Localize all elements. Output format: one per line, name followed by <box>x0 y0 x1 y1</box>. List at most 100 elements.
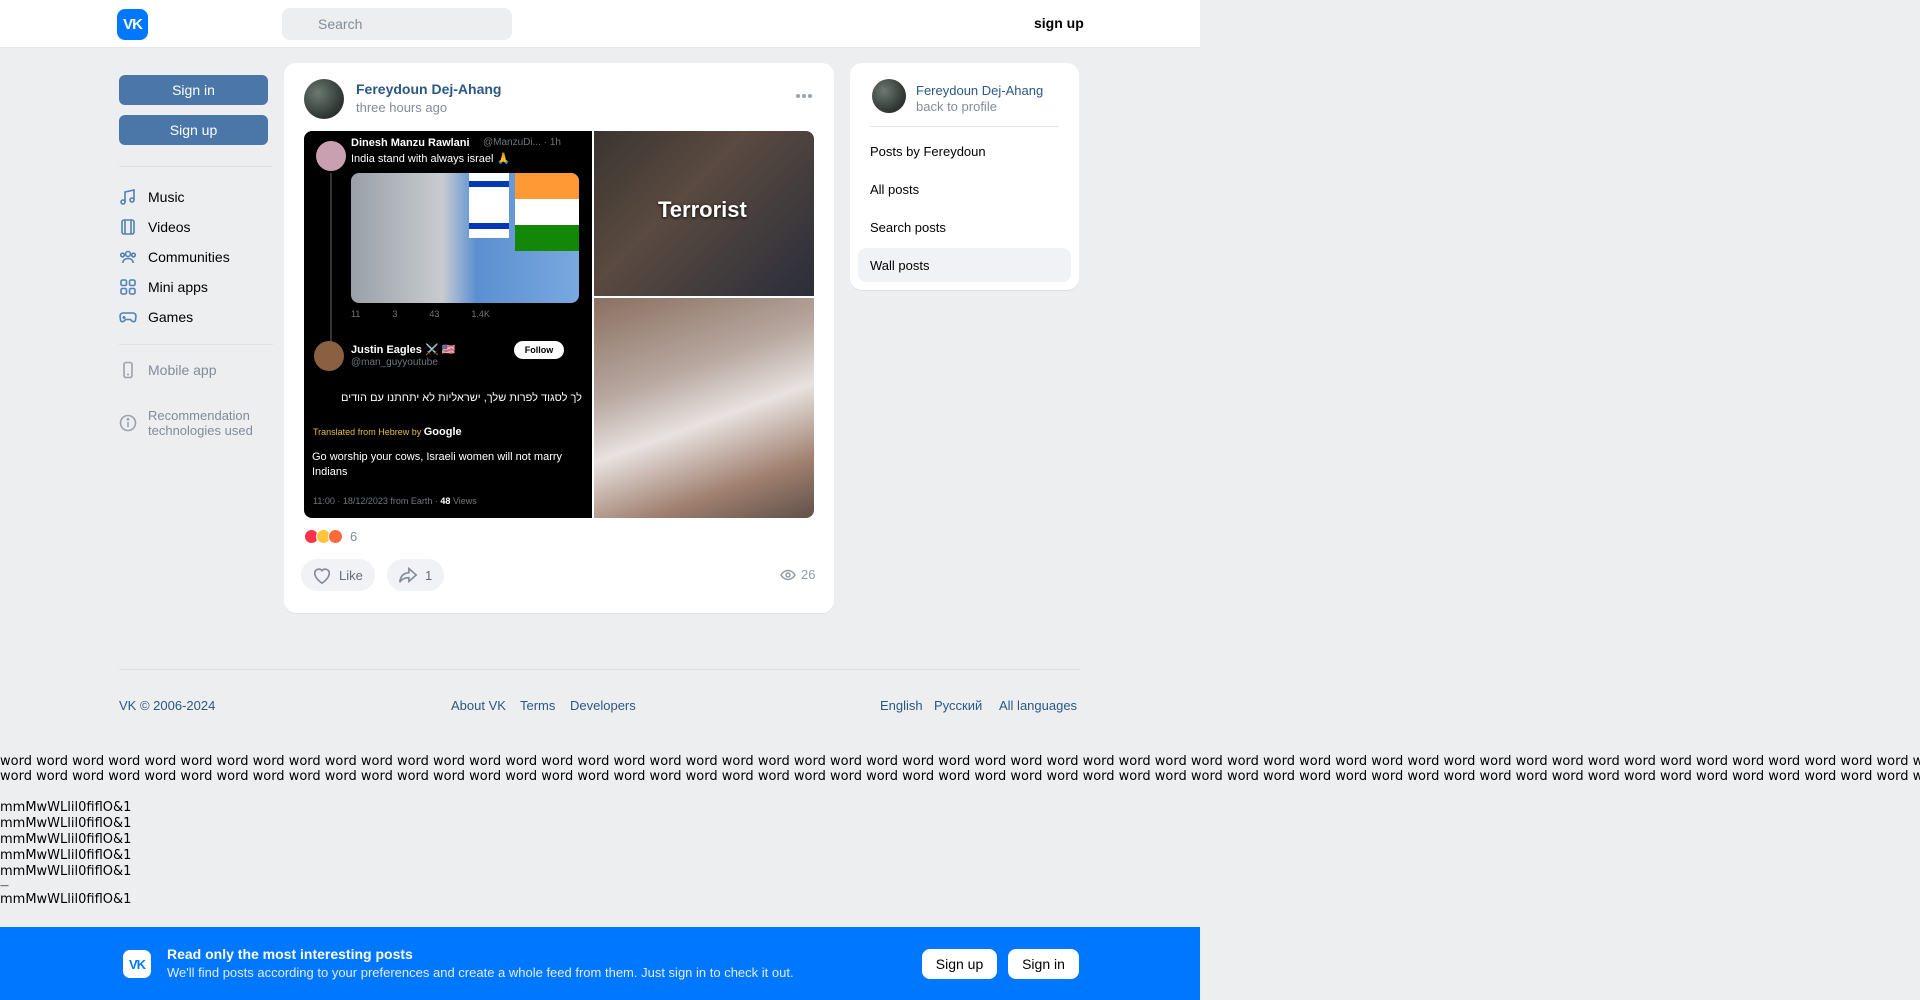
post-time[interactable]: three hours ago <box>356 100 447 115</box>
tweet2-translated: Translated from Hebrew by Google <box>313 426 462 438</box>
footer-english-link[interactable]: English <box>880 698 923 713</box>
tweet2-hebrew-text: לך לסגוד לפרות שלך, ישראליות לא יתחתנו ע… <box>340 392 582 404</box>
view-count: 1.4K <box>471 309 490 319</box>
sign-in-button[interactable]: Sign in <box>119 75 268 105</box>
rec-line-2: technologies used <box>148 423 253 438</box>
tweet2-handle: @man_guyyoutube <box>351 357 438 368</box>
sidebar-item-mini-apps[interactable]: Mini apps <box>119 276 208 298</box>
footer-russian-link[interactable]: Русский <box>934 698 982 713</box>
post-card: Fereydoun Dej-Ahang three hours ago Dine… <box>284 63 834 613</box>
test-mm-lines: mmMwWLlil0fiflO&1 mmMwWLlil0fiflO&1 mmMw… <box>0 800 131 908</box>
sidebar-item-recommendation[interactable]: Recommendation technologies used <box>119 408 253 440</box>
like-button[interactable]: Like <box>301 559 375 591</box>
footer-vk-link[interactable]: VK © 2006-2024 <box>119 698 215 713</box>
mm-line: mmMwWLlil0fiflO&1 <box>0 848 132 863</box>
sidebar-item-label: Games <box>148 309 194 325</box>
meta-views: 48 <box>440 496 451 506</box>
profile-avatar[interactable] <box>872 79 906 113</box>
panel-item-wall-posts[interactable]: Wall posts <box>858 248 1071 282</box>
eye-icon <box>780 569 796 580</box>
panel-divider <box>870 126 1059 127</box>
footer-terms-link[interactable]: Terms <box>520 698 555 713</box>
banner-vk-logo: VK <box>123 950 151 978</box>
rec-line-1: Recommendation <box>148 408 250 423</box>
sidebar-item-mobile-app[interactable]: Mobile app <box>119 359 217 381</box>
panel-item-search-posts[interactable]: Search posts <box>858 210 1071 244</box>
footer-about-link[interactable]: About VK <box>451 698 506 713</box>
panel-item-all-posts[interactable]: All posts <box>858 172 1071 206</box>
tweet2-avatar <box>314 341 344 371</box>
mm-line: mmMwWLlil0fiflO&1 <box>0 832 132 847</box>
bottom-signup-banner: VK Read only the most interesting posts … <box>0 927 1200 1000</box>
sidebar-divider <box>119 344 273 345</box>
israel-flag <box>469 173 509 238</box>
tweet-avatar <box>316 141 346 171</box>
mini-apps-icon <box>120 279 136 295</box>
banner-title: Read only the most interesting posts <box>167 946 413 962</box>
info-icon <box>119 414 137 432</box>
tweet-handle: @ManzuDi... · 1h <box>483 137 561 148</box>
communities-icon <box>119 250 137 264</box>
vk-logo[interactable]: VK <box>117 9 148 40</box>
banner-sign-in-button[interactable]: Sign in <box>1008 949 1079 979</box>
gamepad-icon <box>119 312 137 323</box>
more-icon[interactable] <box>794 91 814 101</box>
author-avatar[interactable] <box>304 79 344 119</box>
profile-posts-panel: Fereydoun Dej-Ahang back to profile Post… <box>850 63 1079 290</box>
post-image-handshake[interactable]: Terrorist <box>594 131 814 296</box>
meta-suffix: Views <box>452 496 477 506</box>
sidebar-divider <box>119 166 273 167</box>
banner-subtitle: We'll find posts according to your prefe… <box>167 965 794 980</box>
tweet-text: India stand with always israel 🙏 <box>351 153 511 165</box>
footer-divider <box>119 669 1080 670</box>
top-header: VK sign up <box>0 0 1200 48</box>
sidebar-item-label: Music <box>148 189 185 205</box>
sidebar-item-games[interactable]: Games <box>119 306 193 328</box>
views-count: 26 <box>801 567 816 582</box>
sidebar-item-communities[interactable]: Communities <box>119 246 230 268</box>
search-input[interactable] <box>282 8 512 40</box>
tweet2-author: Justin Eagles ⚔️ 🇺🇸 <box>351 344 456 356</box>
views-counter: 26 <box>780 567 815 582</box>
sidebar-item-music[interactable]: Music <box>119 186 185 208</box>
word-line: word word word word word word word word … <box>0 769 1920 784</box>
footer-all-languages-link[interactable]: All languages <box>999 698 1077 713</box>
post-image-third[interactable] <box>594 298 814 518</box>
tweet-follow-button: Follow <box>514 341 564 359</box>
music-icon <box>120 189 135 205</box>
mm-line: mmMwWLlil0fiflO&1 <box>0 816 132 831</box>
sidebar-item-label: Communities <box>148 249 230 265</box>
profile-name[interactable]: Fereydoun Dej-Ahang <box>916 83 1043 98</box>
like-count: 43 <box>429 309 440 319</box>
footer-developers-link[interactable]: Developers <box>570 698 636 713</box>
flag-photo <box>351 173 579 303</box>
tweet-actions: 11 3 43 1.4K <box>351 309 490 319</box>
banner-sign-up-button[interactable]: Sign up <box>922 949 997 979</box>
panel-item-posts-by[interactable]: Posts by Fereydoun <box>858 134 1071 168</box>
author-name[interactable]: Fereydoun Dej-Ahang <box>356 81 501 97</box>
tweet2-english-text: Go worship your cows, Israeli women will… <box>312 451 563 478</box>
word-line: word word word word word word word word … <box>0 754 1920 769</box>
tweet-thread-line <box>330 173 332 363</box>
sidebar-item-label: Recommendation technologies used <box>148 408 253 438</box>
share-button[interactable]: 1 <box>387 559 445 591</box>
mm-line: mmMwWLlil0fiflO&1 <box>0 800 132 815</box>
footer-copyright: VK © 2006-2024 <box>119 698 215 713</box>
image-caption: Terrorist <box>658 197 747 222</box>
mm-line: mmMwWLlil0fiflO&1 <box>0 864 132 879</box>
sidebar-item-videos[interactable]: Videos <box>119 216 191 238</box>
share-icon <box>399 566 418 584</box>
sidebar-item-label: Videos <box>148 219 191 235</box>
reply-count: 11 <box>351 309 361 319</box>
sidebar-item-label: Mini apps <box>148 279 208 295</box>
header-signup-link[interactable]: sign up <box>1034 15 1084 31</box>
reactions[interactable]: 6 <box>304 529 357 544</box>
reaction-count: 6 <box>350 529 358 544</box>
sign-up-button[interactable]: Sign up <box>119 115 268 145</box>
back-to-profile-link[interactable]: back to profile <box>916 99 997 114</box>
mm-line: mmMwWLlil0fiflO&1 <box>0 892 132 907</box>
post-image-tweet[interactable]: Dinesh Manzu Rawlani @ManzuDi... · 1h In… <box>304 131 592 518</box>
like-label: Like <box>339 567 363 583</box>
translated-prefix: Translated from Hebrew by <box>313 427 422 437</box>
translated-brand: Google <box>423 426 462 438</box>
